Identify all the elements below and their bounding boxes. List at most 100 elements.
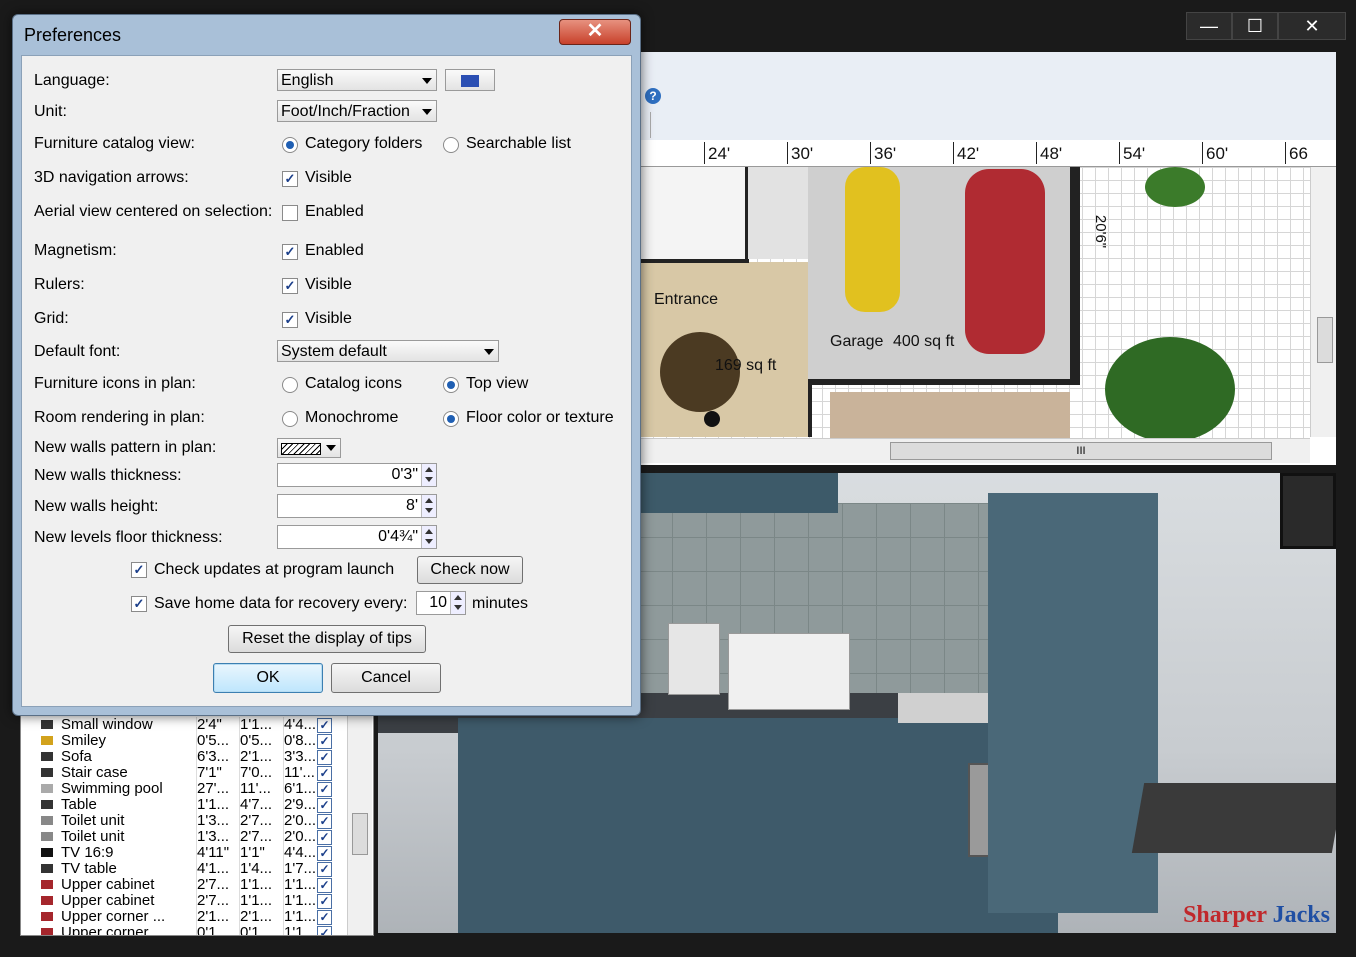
furniture-row[interactable]: TV table 4'1... 1'4... 1'7... ✓ <box>21 861 351 877</box>
plan-horizontal-scrollbar[interactable]: III <box>640 438 1310 463</box>
furniture-visible-checkbox[interactable]: ✓ <box>317 910 332 925</box>
yellow-car[interactable] <box>845 167 900 312</box>
furniture-list-scrollbar[interactable] <box>347 713 372 935</box>
searchable-list-radio[interactable] <box>443 137 459 153</box>
grid-label: Grid: <box>34 310 69 327</box>
furniture-name: Small window <box>61 717 153 733</box>
ruler-tick: 36' <box>870 142 896 164</box>
furniture-row[interactable]: Stair case 7'1" 7'0... 11'... ✓ <box>21 765 351 781</box>
close-window-button[interactable]: ✕ <box>1278 12 1346 40</box>
plant-pot[interactable] <box>704 411 720 427</box>
recovery-minutes-spinner[interactable]: 10 <box>416 591 466 615</box>
monochrome-radio[interactable] <box>282 411 298 427</box>
ok-button[interactable]: OK <box>213 663 323 693</box>
gravel-area[interactable] <box>830 392 1070 442</box>
furniture-row[interactable]: TV 16:9 4'11" 1'1" 4'4... ✓ <box>21 845 351 861</box>
furniture-visible-checkbox[interactable]: ✓ <box>317 830 332 845</box>
furniture-visible-checkbox[interactable]: ✓ <box>317 894 332 909</box>
furniture-row[interactable]: Toilet unit 1'3... 2'7... 2'0... ✓ <box>21 829 351 845</box>
furniture-depth: 2'1... <box>239 909 280 925</box>
floor-texture-radio[interactable] <box>443 411 459 427</box>
furniture-visible-checkbox[interactable]: ✓ <box>317 750 332 765</box>
save-recovery-checkbox[interactable]: ✓ <box>131 596 147 612</box>
plan-grid[interactable]: Entrance 169 sq ft Garage 400 sq ft 20'6… <box>640 167 1310 447</box>
furniture-row[interactable]: Smiley 0'5... 0'5... 0'8... ✓ <box>21 733 351 749</box>
furniture-visible-checkbox[interactable]: ✓ <box>317 782 332 797</box>
furniture-visible-checkbox[interactable]: ✓ <box>317 798 332 813</box>
help-icon[interactable]: ? <box>645 88 661 104</box>
dining-table[interactable] <box>1131 783 1336 853</box>
category-folders-radio[interactable] <box>282 137 298 153</box>
furniture-visible-checkbox[interactable]: ✓ <box>317 846 332 861</box>
walls-thickness-spinner[interactable]: 0'3" <box>277 463 437 487</box>
spinner-arrows-icon[interactable] <box>421 495 436 517</box>
room-label: Entrance <box>654 291 719 308</box>
unit-select[interactable]: Foot/Inch/Fraction <box>277 100 437 122</box>
furniture-width: 0'5... <box>196 733 237 749</box>
furniture-width: 0'1... <box>196 925 237 935</box>
navigation-arrows-checkbox[interactable]: ✓ <box>282 171 298 187</box>
furniture-row[interactable]: Upper cabinet 2'7... 1'1... 1'1... ✓ <box>21 877 351 893</box>
catalog-icons-radio[interactable] <box>282 377 298 393</box>
chevron-down-icon <box>484 349 494 355</box>
furniture-width: 4'1... <box>196 861 237 877</box>
tree[interactable] <box>1105 337 1235 442</box>
spinner-arrows-icon[interactable] <box>421 464 436 486</box>
wall-picture[interactable] <box>1280 473 1336 549</box>
maximize-button[interactable]: ☐ <box>1232 12 1278 40</box>
microwave[interactable] <box>728 633 850 710</box>
furniture-row[interactable]: Upper cabinet 2'7... 1'1... 1'1... ✓ <box>21 893 351 909</box>
furniture-row[interactable]: Swimming pool 27'... 11'... 6'1... ✓ <box>21 781 351 797</box>
cancel-button[interactable]: Cancel <box>331 663 441 693</box>
furniture-visible-checkbox[interactable]: ✓ <box>317 766 332 781</box>
floor-thickness-label: New levels floor thickness: <box>34 529 223 546</box>
furniture-visible-checkbox[interactable]: ✓ <box>317 718 332 733</box>
furniture-row[interactable]: Sofa 6'3... 2'1... 3'3... ✓ <box>21 749 351 765</box>
furniture-row[interactable]: Upper corner ... 2'1... 2'1... 1'1... ✓ <box>21 909 351 925</box>
furniture-width: 6'3... <box>196 749 237 765</box>
furniture-visible-checkbox[interactable]: ✓ <box>317 734 332 749</box>
furniture-row[interactable]: Table 1'1... 4'7... 2'9... ✓ <box>21 797 351 813</box>
room-area-label: 400 sq ft <box>893 333 955 350</box>
language-select[interactable]: English <box>277 69 437 91</box>
reset-tips-button[interactable]: Reset the display of tips <box>228 625 426 653</box>
walls-pattern-select[interactable] <box>277 438 341 458</box>
import-language-button[interactable] <box>445 69 495 91</box>
spinner-arrows-icon[interactable] <box>450 592 465 614</box>
bathroom-room[interactable] <box>640 167 749 263</box>
check-updates-checkbox[interactable]: ✓ <box>131 562 147 578</box>
coffee-maker[interactable] <box>668 623 720 695</box>
rulers-checkbox[interactable]: ✓ <box>282 278 298 294</box>
furniture-row[interactable]: Small window 2'4" 1'1... 4'4... ✓ <box>21 717 351 733</box>
floor-thickness-spinner[interactable]: 0'4¾" <box>277 525 437 549</box>
ruler-tick: 60' <box>1202 142 1228 164</box>
top-view-radio[interactable] <box>443 377 459 393</box>
catalog-icons-label: Catalog icons <box>305 375 402 392</box>
walls-height-value: 8' <box>406 497 418 514</box>
spinner-arrows-icon[interactable] <box>421 526 436 548</box>
aerial-view-checkbox[interactable] <box>282 205 298 221</box>
dialog-close-button[interactable]: ✕ <box>559 19 631 45</box>
furniture-visible-checkbox[interactable]: ✓ <box>317 814 332 829</box>
walls-thickness-value: 0'3" <box>391 466 418 483</box>
minimize-button[interactable]: — <box>1186 12 1232 40</box>
walls-height-spinner[interactable]: 8' <box>277 494 437 518</box>
furniture-row[interactable]: Upper corner ... 0'1... 0'1... 1'1... ✓ <box>21 925 351 935</box>
upper-cabinet[interactable] <box>638 473 838 513</box>
furniture-width: 1'3... <box>196 829 237 845</box>
furniture-visible-checkbox[interactable]: ✓ <box>317 878 332 893</box>
default-font-select[interactable]: System default <box>277 340 499 362</box>
check-now-button[interactable]: Check now <box>417 556 523 584</box>
red-car[interactable] <box>965 169 1045 354</box>
scrollbar-grip[interactable]: III <box>890 442 1272 460</box>
furniture-visible-checkbox[interactable]: ✓ <box>317 926 332 935</box>
tree[interactable] <box>1145 167 1205 207</box>
plan-vertical-scrollbar[interactable] <box>1310 167 1336 437</box>
toilet-room[interactable] <box>748 167 812 259</box>
grid-checkbox[interactable]: ✓ <box>282 312 298 328</box>
furniture-list[interactable]: Small window 2'4" 1'1... 4'4... ✓ Smiley 0'5..… <box>20 712 374 936</box>
furniture-row[interactable]: Toilet unit 1'3... 2'7... 2'0... ✓ <box>21 813 351 829</box>
magnetism-checkbox[interactable]: ✓ <box>282 244 298 260</box>
plan-view[interactable]: 24' 30' 36' 42' 48' 54' 60' 66 Entrance … <box>640 140 1336 465</box>
furniture-visible-checkbox[interactable]: ✓ <box>317 862 332 877</box>
